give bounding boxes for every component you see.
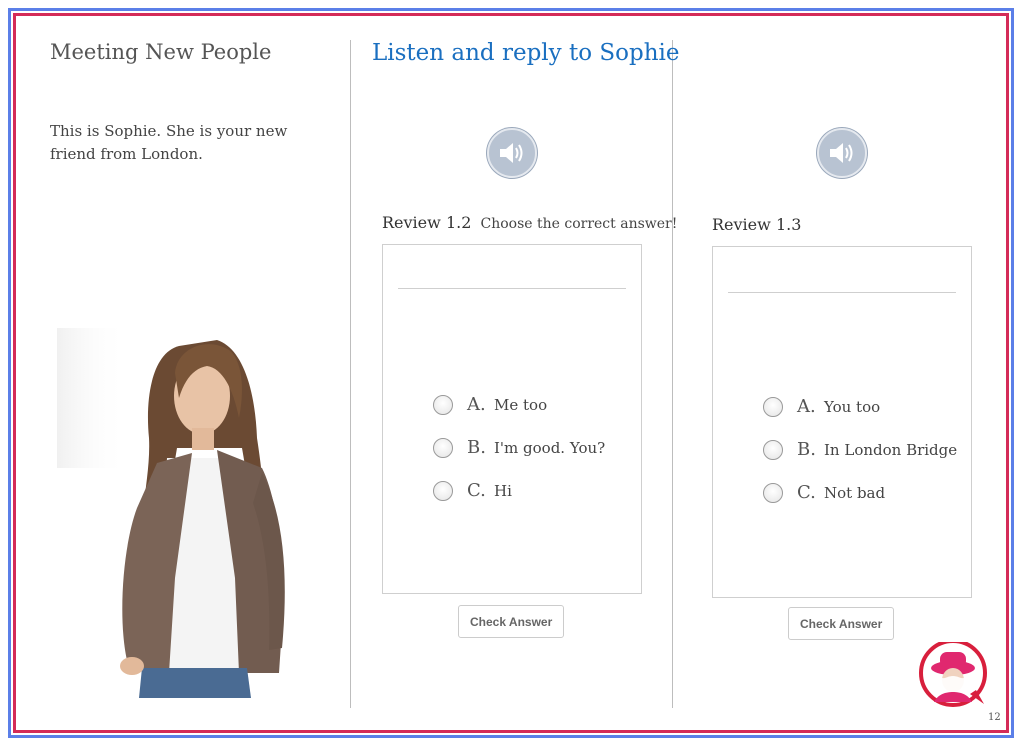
- review-number: 1.3: [775, 215, 802, 234]
- speaker-glyph-icon: [830, 143, 853, 163]
- option-letter: B.: [797, 439, 816, 460]
- radio-button[interactable]: [433, 437, 453, 458]
- option-text: I'm good. You?: [494, 438, 606, 457]
- check-answer-button[interactable]: Check Answer: [458, 605, 565, 638]
- options-list: A. Me too B. I'm good. You? C. Hi: [433, 383, 605, 512]
- listen-heading: Listen and reply to Sophie: [372, 40, 680, 66]
- option-text: Not bad: [824, 483, 886, 502]
- speaker-icon[interactable]: [487, 128, 537, 178]
- column-divider-right: [672, 40, 673, 708]
- option-text: Hi: [494, 481, 512, 500]
- option-b[interactable]: B. In London Bridge: [763, 428, 957, 471]
- answer-line: [398, 288, 626, 289]
- option-letter: C.: [797, 482, 816, 503]
- options-list: A. You too B. In London Bridge C. Not ba…: [763, 385, 957, 514]
- radio-button[interactable]: [763, 396, 783, 417]
- column-divider-left: [350, 40, 351, 708]
- speaker-glyph-icon: [500, 143, 523, 163]
- option-text: Me too: [494, 395, 548, 414]
- option-letter: A.: [797, 396, 816, 417]
- review-instruction: Choose the correct answer!: [480, 216, 678, 232]
- page-number: 12: [988, 712, 1001, 723]
- option-a[interactable]: A. Me too: [433, 383, 605, 426]
- radio-button[interactable]: [433, 394, 453, 415]
- option-text: You too: [824, 397, 881, 416]
- intro-text: This is Sophie. She is your new friend f…: [50, 122, 288, 163]
- radio-button[interactable]: [763, 439, 783, 460]
- check-answer-button[interactable]: Check Answer: [788, 607, 895, 640]
- question-box-1-2: A. Me too B. I'm good. You? C. Hi: [382, 244, 642, 594]
- radio-button[interactable]: [763, 482, 783, 503]
- option-c[interactable]: C. Not bad: [763, 471, 957, 514]
- page-title: Meeting New People: [50, 40, 272, 64]
- girl-photo: [57, 328, 285, 698]
- radio-button[interactable]: [433, 480, 453, 501]
- option-b[interactable]: B. I'm good. You?: [433, 426, 605, 469]
- review-word: Review: [712, 215, 771, 234]
- option-letter: C.: [467, 480, 486, 501]
- speaker-icon[interactable]: [817, 128, 867, 178]
- review-label-1-2: Review 1.2 Choose the correct answer!: [382, 213, 677, 232]
- option-letter: A.: [467, 394, 486, 415]
- question-box-1-3: A. You too B. In London Bridge C. Not ba…: [712, 246, 972, 598]
- review-label-1-3: Review 1.3: [712, 215, 801, 234]
- option-c[interactable]: C. Hi: [433, 469, 605, 512]
- queen-avatar-icon[interactable]: [918, 642, 992, 708]
- review-word: Review: [382, 213, 441, 232]
- option-a[interactable]: A. You too: [763, 385, 957, 428]
- answer-line: [728, 292, 956, 293]
- option-text: In London Bridge: [824, 440, 958, 459]
- review-number: 1.2: [445, 213, 472, 232]
- option-letter: B.: [467, 437, 486, 458]
